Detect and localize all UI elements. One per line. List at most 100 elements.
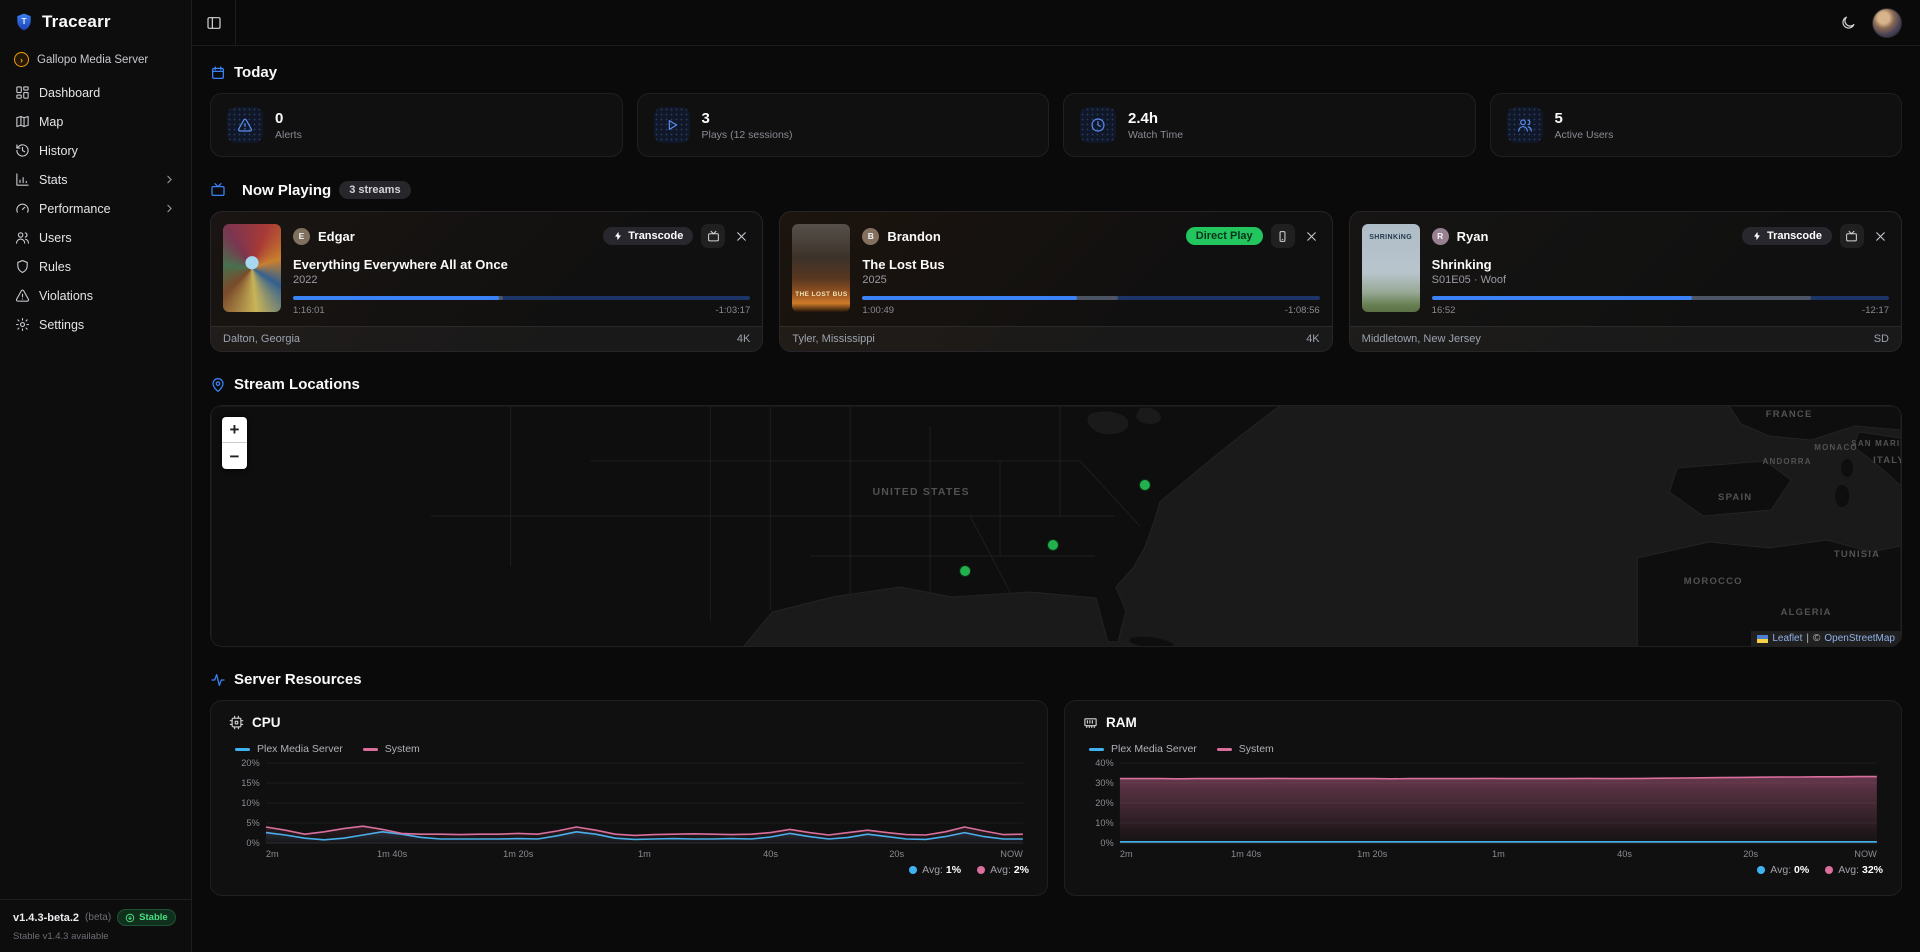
- stat-value: 0: [275, 110, 302, 128]
- app-logo[interactable]: T Tracearr: [0, 0, 191, 44]
- sidebar-item-label: History: [39, 144, 176, 158]
- openstreetmap-link[interactable]: OpenStreetMap: [1824, 633, 1895, 644]
- legend-item: System: [363, 743, 420, 755]
- avatar: B: [862, 228, 879, 245]
- sidebar-item-users[interactable]: Users: [8, 224, 183, 251]
- stream-username: Ryan: [1457, 229, 1734, 244]
- stream-location-marker: [1048, 540, 1059, 551]
- version-channel: (beta): [85, 912, 111, 923]
- sidebar-item-dashboard[interactable]: Dashboard: [8, 79, 183, 106]
- svg-text:1m 40s: 1m 40s: [1231, 849, 1262, 859]
- tv-device-button[interactable]: [1840, 224, 1864, 248]
- leaflet-link[interactable]: Leaflet: [1772, 633, 1802, 644]
- stream-title: Shrinking: [1432, 257, 1889, 272]
- close-stream-button[interactable]: [733, 228, 750, 245]
- sidebar-toggle-button[interactable]: [200, 9, 228, 37]
- history-icon: [15, 143, 30, 158]
- stream-username: Edgar: [318, 229, 595, 244]
- direct-play-badge: Direct Play: [1186, 227, 1263, 245]
- ram-chart: 0%10%20%30%40%2m1m 40s1m 20s1m40s20sNOW: [1083, 757, 1883, 861]
- map-pin-icon: [210, 377, 226, 393]
- svg-text:UNITED STATES: UNITED STATES: [873, 487, 970, 498]
- now-playing-section: Now Playing 3 streams E Edgar: [210, 181, 1902, 352]
- svg-text:20%: 20%: [241, 758, 259, 768]
- cpu-chart-legend: Plex Media ServerSystem: [235, 743, 1029, 755]
- circle-arrow-down-icon: [125, 913, 135, 923]
- stable-badge[interactable]: Stable: [117, 909, 176, 926]
- remaining-time: -1:03:17: [715, 305, 750, 316]
- cpu-chart-title: CPU: [252, 715, 281, 730]
- legend-item: Plex Media Server: [1089, 743, 1197, 755]
- app-root: T Tracearr › Gallopo Media Server Dashbo…: [0, 0, 1920, 952]
- user-avatar[interactable]: [1872, 8, 1902, 38]
- close-stream-button[interactable]: [1872, 228, 1889, 245]
- cpu-chart-averages: Avg: 1% Avg: 2%: [229, 864, 1029, 876]
- bar-chart-icon: [15, 172, 30, 187]
- stream-locations-map[interactable]: UNITED STATESFRANCEMONACOSAN MARINOANDOR…: [210, 405, 1902, 647]
- close-stream-button[interactable]: [1303, 228, 1320, 245]
- sidebar-item-violations[interactable]: Violations: [8, 282, 183, 309]
- stat-card-alerts: 0Alerts: [210, 93, 623, 157]
- close-icon: [1305, 230, 1318, 243]
- users-icon: [15, 230, 30, 245]
- phone-device-button[interactable]: [1271, 224, 1295, 248]
- stream-card: E Edgar Transcode Everything Eve: [210, 211, 763, 352]
- server-status-icon: ›: [14, 52, 29, 67]
- svg-text:1m 20s: 1m 20s: [1357, 849, 1388, 859]
- tv-show-poster: SHRINKiNG: [1362, 224, 1420, 312]
- movie-poster: [223, 224, 281, 312]
- stream-location-marker: [960, 566, 971, 577]
- avg-stat: Avg: 32%: [1825, 864, 1883, 876]
- sidebar-item-settings[interactable]: Settings: [8, 311, 183, 338]
- svg-text:1m: 1m: [1492, 849, 1505, 859]
- transcode-badge: Transcode: [603, 227, 693, 245]
- ram-chart-averages: Avg: 0%Avg: 32%: [1083, 864, 1883, 876]
- server-resources-section: Server Resources CPU Plex Media ServerSy…: [210, 671, 1902, 896]
- transcode-badge: Transcode: [1742, 227, 1832, 245]
- svg-text:TUNISIA: TUNISIA: [1834, 549, 1880, 560]
- movie-poster: THE LOST BUS: [792, 224, 850, 312]
- progress-bar: [1432, 296, 1889, 300]
- server-name: Gallopo Media Server: [37, 54, 148, 66]
- stream-username: Brandon: [887, 229, 1177, 244]
- svg-text:20s: 20s: [889, 849, 904, 859]
- map-canvas: UNITED STATESFRANCEMONACOSAN MARINOANDOR…: [211, 406, 1901, 647]
- now-playing-title-text: Now Playing: [242, 182, 331, 199]
- stat-label: Alerts: [275, 129, 302, 141]
- zap-icon: [613, 231, 623, 241]
- stable-badge-label: Stable: [139, 912, 168, 923]
- zoom-out-button[interactable]: −: [222, 443, 247, 469]
- cpu-chart: 0%5%10%15%20%2m1m 40s1m 20s1m40s20sNOW: [229, 757, 1029, 861]
- shield-icon: [15, 259, 30, 274]
- ram-chart-card: RAM Plex Media ServerSystem 0%10%20%30%4…: [1064, 700, 1902, 896]
- svg-text:1m 40s: 1m 40s: [377, 849, 408, 859]
- stat-card-active-users: 5Active Users: [1490, 93, 1903, 157]
- dashboard-content: Today 0Alerts 3Plays (12 sessions) 2.4hW…: [192, 46, 1920, 952]
- remaining-time: -1:08:56: [1285, 305, 1320, 316]
- tv-device-button[interactable]: [701, 224, 725, 248]
- stat-label: Plays (12 sessions): [702, 129, 793, 141]
- map-icon: [15, 114, 30, 129]
- theme-toggle-button[interactable]: [1834, 9, 1862, 37]
- stream-subtitle: S01E05 · Woof: [1432, 274, 1889, 286]
- sidebar-item-map[interactable]: Map: [8, 108, 183, 135]
- ram-chart-title: RAM: [1106, 715, 1137, 730]
- svg-text:20s: 20s: [1743, 849, 1758, 859]
- zoom-in-button[interactable]: +: [222, 417, 247, 443]
- stream-quality: 4K: [737, 333, 750, 345]
- stream-card: SHRINKiNG R Ryan Transcode: [1349, 211, 1902, 352]
- sidebar-item-label: Map: [39, 115, 176, 129]
- sidebar-item-history[interactable]: History: [8, 137, 183, 164]
- avg-stat: Avg: 2%: [977, 864, 1029, 876]
- stream-subtitle: 2022: [293, 274, 750, 286]
- stream-title: Everything Everywhere All at Once: [293, 257, 750, 272]
- avg-stat: Avg: 1%: [909, 864, 961, 876]
- sidebar-item-rules[interactable]: Rules: [8, 253, 183, 280]
- tv-icon: [210, 182, 226, 198]
- svg-text:10%: 10%: [241, 798, 259, 808]
- server-selector[interactable]: › Gallopo Media Server: [0, 44, 191, 73]
- sidebar-item-performance[interactable]: Performance: [8, 195, 183, 222]
- sidebar-item-label: Performance: [39, 202, 154, 216]
- elapsed-time: 16:52: [1432, 305, 1456, 316]
- sidebar-item-stats[interactable]: Stats: [8, 166, 183, 193]
